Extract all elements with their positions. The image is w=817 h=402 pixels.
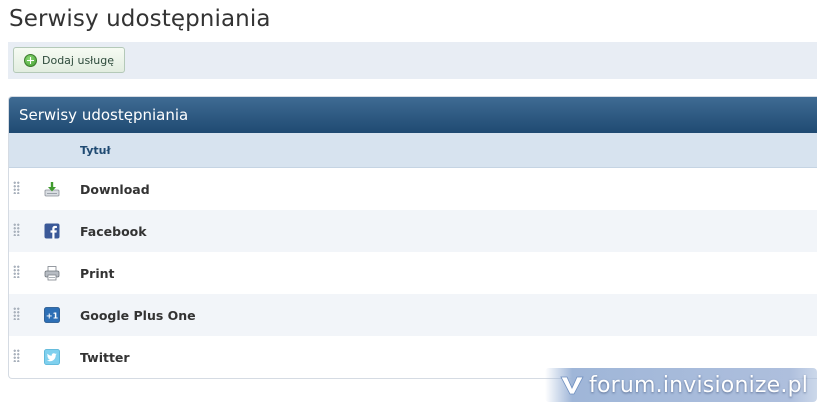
drag-handle-icon[interactable] — [13, 265, 20, 278]
printer-icon — [44, 266, 60, 281]
twitter-icon — [44, 349, 60, 365]
add-service-label: Dodaj usługę — [42, 53, 115, 67]
invisionize-logo-icon — [560, 376, 584, 395]
row-label-print[interactable]: Print — [80, 266, 115, 281]
sharing-services-panel: Serwisy udostępniania Tytuł Download Fac… — [8, 96, 817, 379]
watermark: forum.invisionize.pl — [545, 368, 817, 402]
table-row[interactable]: Print — [9, 252, 817, 294]
row-label-twitter[interactable]: Twitter — [80, 350, 130, 365]
svg-text:+1: +1 — [46, 311, 59, 320]
column-header-row: Tytuł — [9, 133, 817, 168]
row-label-facebook[interactable]: Facebook — [80, 224, 147, 239]
toolbar: Dodaj usługę — [8, 42, 817, 79]
drag-handle-icon[interactable] — [13, 223, 20, 236]
table-row[interactable]: Facebook — [9, 210, 817, 252]
watermark-text: forum.invisionize.pl — [589, 372, 809, 398]
drag-handle-icon[interactable] — [13, 349, 20, 362]
google-plus-one-icon: +1 — [44, 307, 60, 323]
add-service-button[interactable]: Dodaj usługę — [13, 47, 126, 73]
drag-handle-icon[interactable] — [13, 181, 20, 194]
facebook-icon — [44, 223, 60, 239]
row-label-google-plus-one[interactable]: Google Plus One — [80, 308, 196, 323]
drag-handle-icon[interactable] — [13, 307, 20, 320]
download-icon — [44, 182, 60, 197]
panel-title: Serwisy udostępniania — [9, 97, 817, 133]
column-title[interactable]: Tytuł — [80, 144, 111, 157]
page-title: Serwisy udostępniania — [9, 6, 271, 32]
row-label-download[interactable]: Download — [80, 182, 150, 197]
table-row[interactable]: Download — [9, 168, 817, 210]
table-row[interactable]: +1 Google Plus One — [9, 294, 817, 336]
plus-circle-icon — [24, 53, 37, 67]
